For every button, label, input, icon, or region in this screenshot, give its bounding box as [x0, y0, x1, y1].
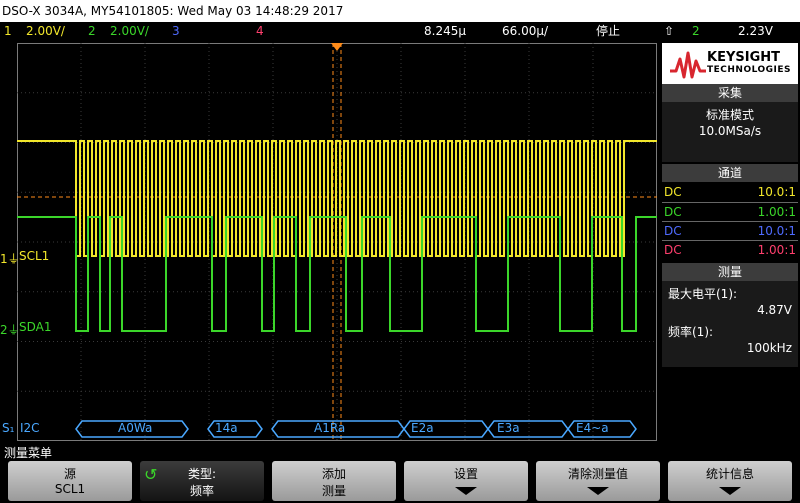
- settings-softkey[interactable]: 设置: [404, 461, 528, 501]
- decode-packet-6[interactable]: E4~a: [576, 421, 609, 435]
- decode-packet-2[interactable]: 14a: [215, 421, 238, 435]
- sample-rate: 10.0MSa/s: [698, 124, 762, 138]
- instrument-title: DSO-X 3034A, MY54101805: Wed May 03 14:4…: [2, 4, 344, 18]
- measure-body[interactable]: 最大电平(1): 4.87V 频率(1): 100kHz: [662, 281, 798, 367]
- run-state[interactable]: 停止: [596, 22, 620, 41]
- measure-2-label: 频率(1):: [668, 325, 714, 339]
- trigger-level[interactable]: 2.23V: [738, 22, 773, 41]
- decode-packet-1[interactable]: A0Wa: [118, 421, 152, 435]
- type-label: 类型:: [187, 467, 217, 481]
- submenu-arrow-icon: [587, 487, 609, 495]
- statistics-softkey[interactable]: 统计信息: [668, 461, 792, 501]
- ch2-scale[interactable]: 2.00V/: [110, 22, 149, 41]
- measure-title: 测量: [662, 263, 798, 281]
- type-softkey[interactable]: ↺ 类型: 频率: [140, 461, 264, 501]
- acquisition-body[interactable]: 标准模式 10.0MSa/s: [662, 102, 798, 162]
- ch3-number[interactable]: 3: [172, 22, 180, 41]
- source-softkey[interactable]: 源 SCL1: [8, 461, 132, 501]
- ch1-number[interactable]: 1: [4, 22, 12, 41]
- waveform-display[interactable]: [17, 43, 657, 441]
- decode-packet-3[interactable]: A1Ra: [314, 421, 345, 435]
- submenu-arrow-icon: [719, 487, 741, 495]
- measure-2-value: 100kHz: [746, 341, 792, 355]
- keysight-logo-icon: [670, 51, 706, 79]
- ch2-ground-marker[interactable]: 2⏚: [0, 321, 20, 338]
- trace-label-scl1: SCL1: [19, 249, 50, 263]
- trace-label-sda1: SDA1: [19, 320, 52, 334]
- acquisition-title: 采集: [662, 84, 798, 102]
- source-value: SCL1: [54, 482, 86, 496]
- brand-header: KEYSIGHT TECHNOLOGIES: [662, 43, 798, 87]
- add-label: 添加: [321, 467, 346, 481]
- channel-row-3[interactable]: DC 10.0:1: [662, 221, 798, 241]
- acquisition-mode: 标准模式: [705, 108, 754, 122]
- decode-packet-5[interactable]: E3a: [497, 421, 520, 435]
- channel-bar: 1 2.00V/ 2 2.00V/ 3 4 8.245µ 66.00µ/ 停止 …: [0, 22, 800, 41]
- trigger-edge-icon: ⇧: [664, 24, 675, 38]
- ch2-number[interactable]: 2: [88, 22, 96, 41]
- brand-sub: TECHNOLOGIES: [707, 65, 792, 75]
- trigger-channel[interactable]: 2: [692, 22, 700, 41]
- brand-name: KEYSIGHT: [707, 50, 780, 65]
- info-panel: KEYSIGHT TECHNOLOGIES 采集 标准模式 10.0MSa/s …: [660, 43, 800, 441]
- measure-1-label: 最大电平(1):: [668, 287, 738, 301]
- add-measurement-softkey[interactable]: 添加 测量: [272, 461, 396, 501]
- bus-name: I2C: [20, 421, 40, 435]
- clear-measurements-softkey[interactable]: 清除测量值: [536, 461, 660, 501]
- measure-1-value: 4.87V: [757, 303, 792, 317]
- channel-row-1[interactable]: DC 10.0:1: [662, 183, 798, 202]
- title-bar: DSO-X 3034A, MY54101805: Wed May 03 14:4…: [0, 0, 800, 22]
- bus-marker[interactable]: S₁: [2, 421, 14, 435]
- ground-icon: ⏚: [7, 252, 20, 266]
- decode-packet-4[interactable]: E2a: [411, 421, 434, 435]
- time-offset[interactable]: 8.245µ: [424, 22, 466, 41]
- clear-label: 清除测量值: [567, 467, 628, 481]
- channels-title: 通道: [662, 164, 798, 182]
- channel-row-2[interactable]: DC 1.00:1: [662, 202, 798, 222]
- source-label: 源: [63, 467, 76, 481]
- menu-title: 测量菜单: [4, 446, 53, 460]
- ground-icon: ⏚: [7, 323, 20, 337]
- ch1-scale[interactable]: 2.00V/: [26, 22, 65, 41]
- ch4-number[interactable]: 4: [256, 22, 264, 41]
- channel-row-4[interactable]: DC 1.00:1: [662, 240, 798, 260]
- stats-label: 统计信息: [705, 467, 754, 481]
- type-value: 频率: [189, 484, 214, 498]
- submenu-arrow-icon: [455, 487, 477, 495]
- add-sub: 测量: [321, 484, 346, 498]
- time-scale[interactable]: 66.00µ/: [502, 22, 548, 41]
- ch1-ground-marker[interactable]: 1⏚: [0, 250, 20, 267]
- settings-label: 设置: [453, 467, 478, 481]
